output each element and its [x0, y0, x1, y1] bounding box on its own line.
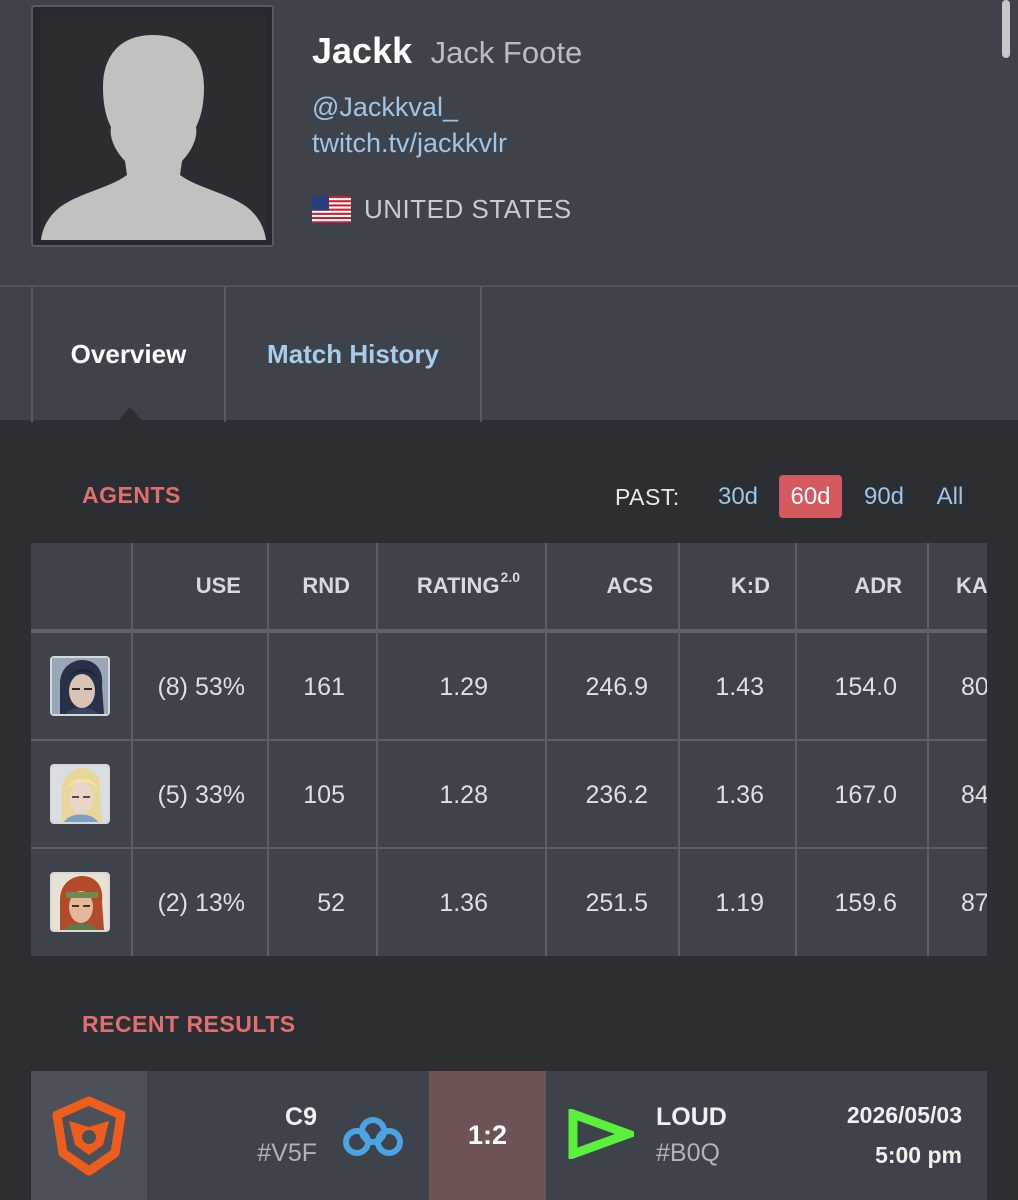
cell-ka: 87	[961, 888, 987, 917]
match-date: 2026/05/03	[846, 1102, 962, 1128]
tab-match-history[interactable]: Match History	[226, 287, 482, 422]
column-header-rnd[interactable]: RND	[270, 543, 350, 629]
cell-ka: 84	[961, 780, 987, 809]
team2-tag: #B0Q	[656, 1139, 720, 1167]
period-all-button[interactable]: All	[926, 475, 974, 518]
team1-name: C9	[285, 1103, 317, 1131]
vct-event-logo-icon	[52, 1096, 126, 1176]
country-name: UNITED STATES	[364, 194, 572, 224]
match-score: 1:2	[429, 1071, 546, 1200]
player-country: UNITED STATES	[312, 194, 572, 225]
twitch-link[interactable]: twitch.tv/jackkvlr	[312, 128, 507, 159]
cell-rnd: 52	[317, 888, 345, 917]
player-real-name: Jack Foote	[430, 35, 583, 70]
cell-rating: 1.29	[439, 672, 488, 701]
player-avatar	[31, 5, 274, 247]
agent-portrait-red-hair-headband-icon	[50, 872, 110, 932]
cell-acs: 236.2	[585, 780, 648, 809]
cell-acs: 251.5	[585, 888, 648, 917]
profile-tabs: Overview Match History	[0, 287, 1018, 422]
cell-rnd: 161	[303, 672, 345, 701]
past-label: PAST:	[615, 484, 680, 510]
cell-acs: 246.9	[585, 672, 648, 701]
tab-overview[interactable]: Overview	[31, 287, 226, 422]
match-time: 5:00 pm	[875, 1142, 962, 1168]
player-alias: Jackk	[312, 30, 413, 71]
period-60d-button[interactable]: 60d	[779, 475, 842, 518]
default-avatar-icon	[41, 15, 266, 240]
player-name-row: Jackk Jack Foote	[312, 30, 582, 72]
column-divider	[678, 543, 680, 956]
cell-kd: 1.43	[715, 672, 764, 701]
column-header-acs[interactable]: ACS	[548, 543, 653, 629]
cell-ka: 80	[961, 672, 987, 701]
period-90d-button[interactable]: 90d	[854, 475, 914, 518]
loud-logo-icon	[568, 1109, 634, 1159]
cell-kd: 1.19	[715, 888, 764, 917]
agent-portrait-blonde-hair-icon	[50, 764, 110, 824]
us-flag-icon	[312, 196, 351, 223]
column-header-ka[interactable]: KA	[930, 543, 987, 629]
cell-use: (2) 13%	[157, 888, 245, 917]
event-logo	[31, 1071, 147, 1200]
scrollbar-thumb[interactable]	[1002, 0, 1010, 58]
cell-rnd: 105	[303, 780, 345, 809]
team2-name: LOUD	[656, 1103, 727, 1131]
agent-portrait-dark-hair-icon	[50, 656, 110, 716]
cell-use: (8) 53%	[157, 672, 245, 701]
cell-rating: 1.36	[439, 888, 488, 917]
active-tab-caret-icon	[116, 407, 144, 423]
period-30d-button[interactable]: 30d	[708, 475, 768, 518]
player-header: Jackk Jack Foote @Jackkval_ twitch.tv/ja…	[0, 0, 1018, 287]
cell-rating: 1.28	[439, 780, 488, 809]
cell-adr: 154.0	[834, 672, 897, 701]
recent-results-title: RECENT RESULTS	[82, 1011, 296, 1037]
cell-adr: 159.6	[834, 888, 897, 917]
column-header-use[interactable]: USE	[133, 543, 241, 629]
column-header-rating[interactable]: RATING 2.0	[378, 543, 520, 629]
cloud9-logo-icon	[343, 1117, 403, 1156]
column-divider	[545, 543, 547, 956]
cell-adr: 167.0	[834, 780, 897, 809]
column-divider	[795, 543, 797, 956]
cell-use: (5) 33%	[157, 780, 245, 809]
agents-section-title: AGENTS	[82, 482, 181, 508]
column-header-kd[interactable]: K:D	[681, 543, 770, 629]
match-result-card[interactable]: C9 #V5F 1:2 LOUD #B0Q 2026/05/03 5:00 pm	[31, 1071, 987, 1200]
column-header-adr[interactable]: ADR	[798, 543, 902, 629]
twitter-link[interactable]: @Jackkval_	[312, 92, 458, 123]
agents-table: USE RND RATING 2.0 ACS K:D ADR KA (8) 53%…	[31, 543, 987, 956]
cell-kd: 1.36	[715, 780, 764, 809]
column-divider	[927, 543, 929, 956]
team1-tag: #V5F	[257, 1139, 317, 1167]
column-divider	[267, 543, 269, 956]
